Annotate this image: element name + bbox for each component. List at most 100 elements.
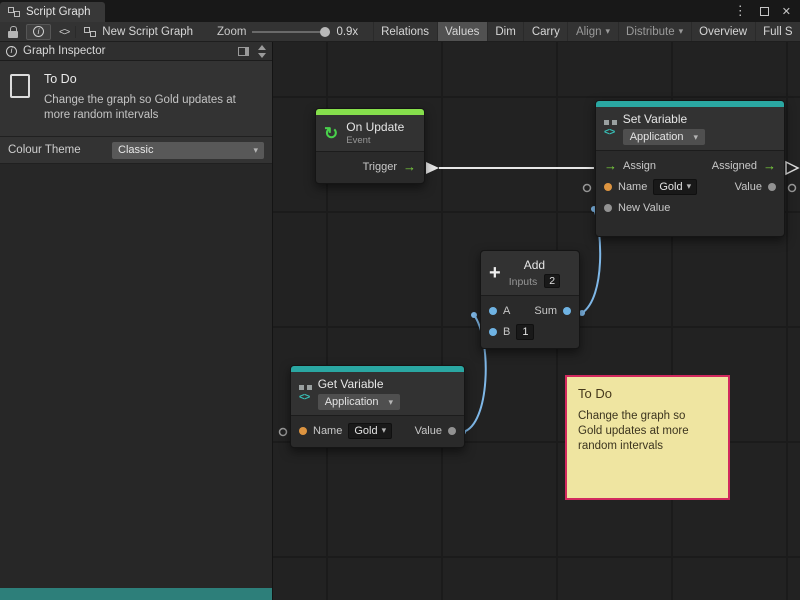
port-row: Trigger →: [316, 156, 424, 177]
inspector-title: Graph Inspector: [23, 45, 232, 57]
new-value-port-dot[interactable]: [604, 204, 612, 212]
trigger-port-arrow-icon[interactable]: →: [403, 160, 416, 173]
chevron-down-icon: ▾: [253, 146, 258, 155]
scroll-down-icon[interactable]: [258, 53, 266, 58]
node-title: On Update: [346, 120, 404, 134]
sticky-note-line: Change the graph so: [578, 409, 717, 424]
sum-port-dot[interactable]: [563, 307, 571, 315]
graph-selector[interactable]: New Script Graph: [84, 26, 207, 38]
dock-panel-icon[interactable]: [238, 47, 249, 56]
name-port-label: Name: [313, 425, 342, 437]
button-label: Align: [576, 26, 602, 38]
info-icon: i: [6, 46, 17, 57]
colour-theme-value: Classic: [118, 144, 153, 156]
graph-canvas[interactable]: ↻ On Update Event Trigger → <>: [273, 42, 800, 600]
node-header-text: Get Variable Application ▾: [318, 377, 400, 410]
chevron-down-icon: ▾: [389, 398, 394, 407]
toolbar-button-values[interactable]: Values: [437, 22, 487, 41]
port-circle[interactable]: [280, 429, 287, 436]
b-port-dot[interactable]: [489, 328, 497, 336]
scroll-up-icon[interactable]: [258, 45, 266, 50]
port-row: B 1: [481, 321, 579, 342]
node-add[interactable]: + Add Inputs 2 A Sum: [480, 250, 580, 349]
node-footer-space: [596, 218, 784, 230]
name-value: Gold: [659, 181, 682, 193]
node-get-variable[interactable]: <> Get Variable Application ▾ Name Gold: [290, 365, 465, 448]
script-graph-icon: [84, 27, 96, 37]
toolbar-buttons: Relations Values Dim Carry Align▾ Distri…: [373, 22, 800, 41]
node-set-variable[interactable]: <> Set Variable Application ▾ → Assign A…: [595, 100, 785, 237]
zoom-slider-handle[interactable]: [320, 27, 330, 37]
todo-description: Change the graph so Gold updates at more…: [44, 93, 256, 123]
port-row: Name Gold ▾ Value: [596, 176, 784, 197]
button-label: Relations: [381, 26, 429, 38]
toolbar-button-relations[interactable]: Relations: [373, 22, 437, 41]
name-value-dropdown[interactable]: Gold ▾: [653, 179, 697, 195]
value-port-label: Value: [735, 181, 762, 193]
button-label: Full S: [763, 26, 792, 38]
node-title: Get Variable: [318, 377, 400, 391]
button-label: Distribute: [626, 26, 675, 38]
toolbar-button-carry[interactable]: Carry: [523, 22, 567, 41]
node-body: → Assign Assigned → Name Gold ▾ Value: [596, 151, 784, 236]
port-circle[interactable]: [584, 185, 591, 192]
assigned-port-label: Assigned: [712, 160, 757, 172]
variable-icon: <>: [604, 120, 615, 138]
graph-inspector-toggle-button[interactable]: i: [26, 24, 51, 40]
maximize-icon[interactable]: [760, 7, 769, 16]
assigned-port-arrow-icon[interactable]: →: [763, 159, 776, 172]
a-port-dot[interactable]: [489, 307, 497, 315]
inputs-count-field[interactable]: 2: [544, 274, 560, 288]
zoom-slider-track: [252, 31, 330, 33]
value-port-dot[interactable]: [448, 427, 456, 435]
port-circle[interactable]: [789, 185, 796, 192]
info-icon: i: [33, 26, 44, 37]
tab-title: Script Graph: [26, 6, 91, 18]
toolbar-button-overview[interactable]: Overview: [691, 22, 755, 41]
variable-scope-dropdown[interactable]: Application ▾: [623, 129, 705, 145]
on-update-loop-icon: ↻: [324, 125, 338, 142]
node-body: A Sum B 1: [481, 296, 579, 348]
toolbar-button-dim[interactable]: Dim: [487, 22, 523, 41]
port-row: → Assign Assigned →: [596, 155, 784, 176]
inspector-todo-section: To Do Change the graph so Gold updates a…: [0, 61, 272, 137]
name-port-dot[interactable]: [299, 427, 307, 435]
graph-inspector-panel: i Graph Inspector To Do Change the graph…: [0, 42, 273, 600]
toolbar-button-fullscreen[interactable]: Full S: [755, 22, 800, 41]
graph-name: New Script Graph: [102, 26, 193, 38]
toolbar-button-distribute[interactable]: Distribute▾: [618, 22, 691, 41]
colour-theme-dropdown[interactable]: Classic ▾: [112, 142, 264, 159]
button-label: Dim: [495, 26, 515, 38]
tab-script-graph[interactable]: Script Graph: [0, 2, 105, 22]
name-value: Gold: [354, 425, 377, 437]
variable-scope-dropdown[interactable]: Application ▾: [318, 394, 400, 410]
b-value-field[interactable]: 1: [516, 324, 534, 340]
zoom-slider[interactable]: [252, 26, 330, 38]
sticky-note[interactable]: To Do Change the graph so Gold updates a…: [565, 375, 730, 500]
node-body: Name Gold ▾ Value: [291, 416, 464, 447]
inspector-empty-area: [0, 164, 272, 588]
node-header: <> Set Variable Application ▾: [596, 107, 784, 151]
scope-value: Application: [630, 131, 684, 143]
variable-icon-code: <>: [604, 128, 615, 138]
code-view-icon[interactable]: <>: [57, 26, 76, 38]
toolbar-button-align[interactable]: Align▾: [567, 22, 617, 41]
inspector-scroll-spinner[interactable]: [255, 45, 266, 58]
sticky-note-line: random intervals: [578, 439, 717, 454]
name-port-dot[interactable]: [604, 183, 612, 191]
todo-text-block: To Do Change the graph so Gold updates a…: [44, 72, 256, 123]
assign-port-arrow-icon[interactable]: →: [604, 159, 617, 172]
node-on-update[interactable]: ↻ On Update Event Trigger →: [315, 108, 425, 184]
lock-icon[interactable]: [8, 31, 18, 38]
close-icon[interactable]: ✕: [782, 5, 791, 18]
wire-endpoint: [471, 312, 477, 318]
info-icon-letter: i: [38, 28, 40, 36]
port-row: New Value: [596, 197, 784, 218]
name-value-dropdown[interactable]: Gold ▾: [348, 423, 392, 439]
a-port-label: A: [503, 305, 510, 317]
variable-icon-code: <>: [299, 393, 310, 403]
value-port-dot[interactable]: [768, 183, 776, 191]
node-header: <> Get Variable Application ▾: [291, 372, 464, 416]
window-menu-icon[interactable]: ⋮: [734, 3, 747, 19]
button-label: Overview: [699, 26, 747, 38]
